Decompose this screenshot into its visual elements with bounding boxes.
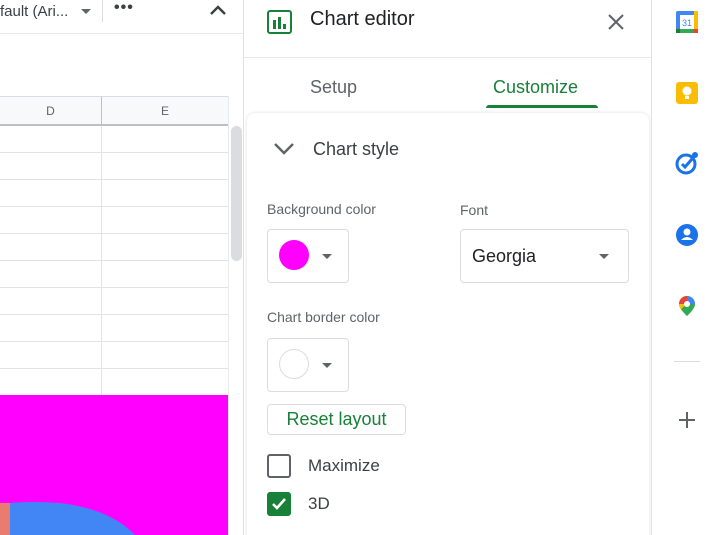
calendar-icon: 31: [676, 11, 698, 33]
cell-d[interactable]: [0, 126, 102, 152]
app-root: fault (Ari... ••• D E Chart editor Setup…: [0, 0, 720, 535]
dropdown-caret-icon: [322, 363, 332, 368]
background-color-label: Background color: [267, 201, 376, 217]
cell-e[interactable]: [102, 261, 228, 287]
embedded-chart[interactable]: [0, 395, 228, 535]
cell-grid: [0, 126, 228, 396]
toolbar-divider: [102, 0, 103, 22]
keep-app-button[interactable]: [675, 81, 699, 105]
collapse-menus-button[interactable]: [208, 2, 228, 18]
tab-customize[interactable]: Customize: [493, 77, 578, 98]
background-color-swatch: [279, 240, 309, 270]
pie-slice: [0, 503, 10, 535]
maximize-checkbox[interactable]: [267, 454, 291, 478]
cell-d[interactable]: [0, 342, 102, 368]
plus-icon: [679, 412, 695, 428]
table-row: [0, 369, 228, 396]
tab-setup[interactable]: Setup: [310, 77, 357, 98]
table-row: [0, 315, 228, 342]
cell-e[interactable]: [102, 315, 228, 341]
maps-app-button[interactable]: [675, 294, 699, 318]
dropdown-caret-icon: [322, 254, 332, 259]
table-row: [0, 153, 228, 180]
contacts-app-button[interactable]: [675, 223, 699, 247]
calendar-app-button[interactable]: 31: [675, 10, 699, 34]
font-dropdown-value: Georgia: [472, 246, 537, 266]
svg-text:31: 31: [682, 18, 692, 28]
font-dropdown[interactable]: Georgia: [460, 229, 629, 283]
cell-e[interactable]: [102, 369, 228, 395]
contacts-icon: [676, 224, 698, 246]
more-options-button[interactable]: •••: [114, 0, 134, 20]
table-row: [0, 261, 228, 288]
cell-e[interactable]: [102, 126, 228, 152]
dropdown-caret-icon: [81, 8, 92, 14]
cell-e[interactable]: [102, 342, 228, 368]
section-title[interactable]: Chart style: [313, 139, 399, 160]
vertical-scrollbar[interactable]: [228, 96, 243, 535]
editor-header: Chart editor: [244, 0, 651, 58]
chart-icon: [267, 10, 292, 34]
table-row: [0, 288, 228, 315]
cell-d[interactable]: [0, 180, 102, 206]
background-color-picker[interactable]: [267, 229, 349, 283]
get-addons-button[interactable]: [675, 408, 699, 432]
formula-bar-area[interactable]: [0, 35, 243, 95]
3d-label: 3D: [308, 494, 330, 513]
pie-slice: [10, 502, 135, 535]
border-color-label: Chart border color: [267, 309, 380, 325]
cell-d[interactable]: [0, 369, 102, 395]
close-icon: [608, 14, 624, 30]
side-panel: 31: [651, 0, 720, 535]
cell-e[interactable]: [102, 207, 228, 233]
tasks-icon: [675, 152, 698, 175]
cell-d[interactable]: [0, 153, 102, 179]
cell-e[interactable]: [102, 234, 228, 260]
column-header-d[interactable]: D: [0, 97, 102, 125]
cell-d[interactable]: [0, 234, 102, 260]
column-header-e[interactable]: E: [102, 97, 228, 125]
table-row: [0, 342, 228, 369]
checkmark-icon: [272, 498, 286, 510]
scrollbar-thumb[interactable]: [231, 126, 242, 261]
column-headers: D E: [0, 96, 228, 126]
spreadsheet-area: fault (Ari... ••• D E: [0, 0, 243, 535]
toolbar: fault (Ari... •••: [0, 0, 243, 34]
chevron-up-icon: [210, 5, 226, 15]
active-tab-indicator: [486, 105, 598, 108]
chart-style-section: Chart style Background color Font Georgi…: [247, 113, 649, 535]
maximize-label: Maximize: [308, 456, 380, 475]
reset-layout-button[interactable]: Reset layout: [267, 404, 406, 435]
dropdown-caret-icon: [599, 254, 609, 259]
table-row: [0, 126, 228, 153]
editor-title: Chart editor: [310, 8, 415, 30]
table-row: [0, 207, 228, 234]
cell-d[interactable]: [0, 315, 102, 341]
table-row: [0, 180, 228, 207]
side-panel-divider: [674, 361, 700, 362]
tasks-app-button[interactable]: [675, 151, 699, 175]
font-family-select[interactable]: fault (Ari...: [0, 0, 92, 22]
chart-editor-panel: Chart editor Setup Customize Chart style…: [243, 0, 651, 535]
section-toggle[interactable]: [273, 140, 295, 156]
font-label: Font: [460, 202, 489, 218]
3d-checkbox[interactable]: [267, 492, 291, 516]
border-color-picker[interactable]: [267, 338, 349, 392]
cell-d[interactable]: [0, 207, 102, 233]
cell-d[interactable]: [0, 261, 102, 287]
font-family-value: fault (Ari...: [0, 2, 69, 20]
border-color-swatch: [279, 349, 309, 379]
table-row: [0, 234, 228, 261]
chevron-down-icon: [274, 143, 294, 155]
editor-tabs: Setup Customize: [244, 59, 651, 111]
keep-icon: [676, 82, 698, 104]
maps-icon: [679, 296, 695, 316]
cell-e[interactable]: [102, 180, 228, 206]
cell-e[interactable]: [102, 153, 228, 179]
cell-d[interactable]: [0, 288, 102, 314]
pie-chart: [0, 502, 135, 535]
close-editor-button[interactable]: [605, 11, 627, 33]
cell-e[interactable]: [102, 288, 228, 314]
